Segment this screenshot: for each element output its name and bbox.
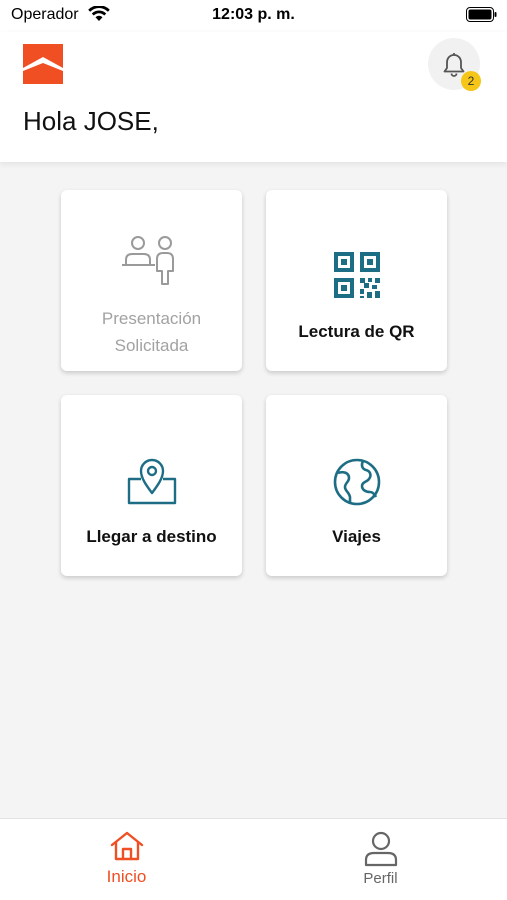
nav-item-inicio[interactable]: Inicio: [0, 819, 253, 900]
home-icon-wrap: [0, 831, 253, 861]
people-icon: [121, 236, 174, 285]
viajes-label: Viajes: [332, 527, 381, 546]
nav-label-inicio: Inicio: [106, 867, 147, 886]
brand-logo[interactable]: [23, 44, 63, 84]
qr-icon-wrap: [266, 250, 447, 300]
presentacion-label-line2: Solicitada: [114, 336, 189, 355]
home-icon: [110, 831, 143, 861]
bottom-nav: Inicio Perfil: [0, 818, 507, 900]
lectura-qr-label: Lectura de QR: [298, 322, 415, 341]
qr-code-icon: [333, 252, 380, 298]
llegar-destino-label: Llegar a destino: [86, 527, 217, 546]
nav-item-perfil[interactable]: Perfil: [254, 819, 507, 900]
globe-icon: [333, 458, 380, 506]
globe-icon-wrap: [266, 457, 447, 507]
viajes-card[interactable]: Viajes: [266, 395, 447, 576]
presentacion-label-line1: Presentación: [101, 309, 202, 328]
user-icon-wrap: [254, 831, 507, 867]
llegar-destino-card[interactable]: Llegar a destino: [61, 395, 242, 576]
presentacion-solicitada-card[interactable]: Presentación Solicitada: [61, 190, 242, 371]
notification-badge: 2: [461, 71, 481, 91]
map-pin-icon-wrap: [61, 455, 242, 507]
nav-label-perfil: Perfil: [363, 870, 398, 887]
clock: 12:03 p. m.: [212, 6, 295, 23]
map-pin-icon: [127, 458, 176, 505]
user-icon: [364, 831, 397, 867]
people-icon-wrap: [61, 234, 242, 286]
header: 2 Hola JOSE,: [0, 32, 507, 162]
status-bar: Operador 12:03 p. m.: [0, 0, 507, 32]
lectura-qr-card[interactable]: Lectura de QR: [266, 190, 447, 371]
battery-icon: [466, 7, 497, 22]
greeting-title: Hola JOSE,: [23, 106, 159, 136]
